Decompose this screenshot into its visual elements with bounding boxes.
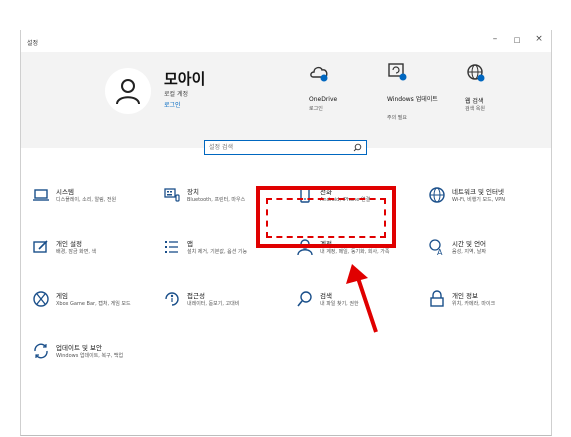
accessibility-icon — [165, 292, 179, 306]
account-type: 로컬 계정 — [164, 91, 188, 98]
category-personalization[interactable]: 개인 설정 배경, 잠금 화면, 색 — [32, 238, 152, 274]
category-desc: Wi-Fi, 비행기 모드, VPN — [452, 197, 506, 203]
windows-update-label: Windows 업데이트 — [387, 96, 447, 104]
category-desc: Xbox Game Bar, 캡처, 게임 모드 — [56, 301, 131, 307]
category-network[interactable]: 네트워크 및 인터넷 Wi-Fi, 비행기 모드, VPN — [428, 186, 548, 222]
apps-icon — [165, 241, 178, 253]
web-search-label: 웹 검색 — [465, 98, 484, 105]
windows-update-icon — [388, 63, 407, 81]
onedrive-status: 로그인 — [309, 106, 323, 112]
title-bar: 설정 – □ × — [21, 30, 551, 52]
search-icon — [297, 291, 312, 307]
category-desc: 위치, 카메라, 마이크 — [452, 301, 496, 307]
windows-update-status: 주의 필요 — [387, 115, 407, 121]
category-name: 개인 설정 — [56, 240, 82, 248]
magnifier-icon — [353, 143, 362, 152]
category-update-security[interactable]: 업데이트 및 보안 Windows 업데이트, 복구, 백업 — [32, 342, 152, 378]
category-desc: 내레이터, 돋보기, 고대비 — [187, 301, 240, 307]
lock-icon — [430, 290, 444, 307]
category-desc: 배경, 잠금 화면, 색 — [56, 249, 97, 255]
windows-update-label-text: Windows 업데이트 — [387, 96, 438, 103]
onedrive-icon — [310, 66, 328, 82]
category-desc: Windows 업데이트, 복구, 백업 — [56, 353, 124, 359]
laptop-icon — [33, 189, 49, 201]
category-name: 네트워크 및 인터넷 — [452, 188, 504, 196]
time-language-icon: A — [429, 239, 443, 256]
keyboard-icon — [164, 188, 180, 202]
category-name: 검색 — [320, 292, 332, 300]
highlight-dashed-box — [266, 198, 386, 238]
category-system[interactable]: 시스템 디스플레이, 소리, 알림, 전원 — [32, 186, 152, 222]
xbox-icon — [33, 291, 49, 307]
close-button[interactable]: × — [531, 34, 547, 44]
web-search-icon — [467, 64, 485, 82]
category-name: 시간 및 언어 — [452, 240, 487, 248]
category-gaming[interactable]: 게임 Xbox Game Bar, 캡처, 게임 모드 — [32, 290, 152, 326]
category-time-language[interactable]: A 시간 및 언어 음성, 지역, 날짜 — [428, 238, 548, 274]
category-name: 업데이트 및 보안 — [56, 344, 102, 352]
category-name: 앱 — [187, 240, 193, 248]
login-link[interactable]: 로그인 — [164, 100, 181, 109]
window-title: 설정 — [27, 40, 39, 47]
category-name: 장치 — [187, 188, 199, 196]
red-arrow-annotation — [346, 264, 378, 333]
sync-icon — [34, 343, 48, 359]
category-desc: 설치 제거, 기본값, 옵션 기능 — [187, 249, 248, 255]
minimize-button[interactable]: – — [487, 34, 503, 44]
category-name: 게임 — [56, 292, 68, 300]
user-name: 모아이 — [164, 70, 206, 88]
settings-search-box[interactable] — [204, 140, 367, 155]
personalization-icon — [33, 240, 48, 253]
svg-text:A: A — [437, 248, 443, 256]
category-desc: 내 계정, 메일, 동기화, 회사, 가족 — [320, 249, 390, 255]
category-name: 시스템 — [56, 188, 74, 196]
onedrive-label: OneDrive — [309, 96, 338, 103]
category-name: 접근성 — [187, 292, 205, 300]
category-name: 개인 정보 — [452, 292, 478, 300]
globe-icon — [429, 187, 445, 203]
web-search-status: 검색 옥원 — [465, 106, 485, 112]
maximize-button[interactable]: □ — [509, 36, 525, 44]
account-header: 모아이 로컬 계정 로그인 OneDrive 로그인 Windows 업데이트 … — [21, 52, 551, 148]
settings-search-input[interactable] — [209, 142, 349, 153]
category-desc: 디스플레이, 소리, 알림, 전원 — [56, 197, 117, 203]
category-privacy[interactable]: 개인 정보 위치, 카메라, 마이크 — [428, 290, 548, 326]
category-desc: 음성, 지역, 날짜 — [452, 249, 486, 255]
user-icon — [116, 79, 140, 105]
category-accessibility[interactable]: 접근성 내레이터, 돋보기, 고대비 — [163, 290, 283, 326]
avatar[interactable] — [105, 68, 151, 114]
